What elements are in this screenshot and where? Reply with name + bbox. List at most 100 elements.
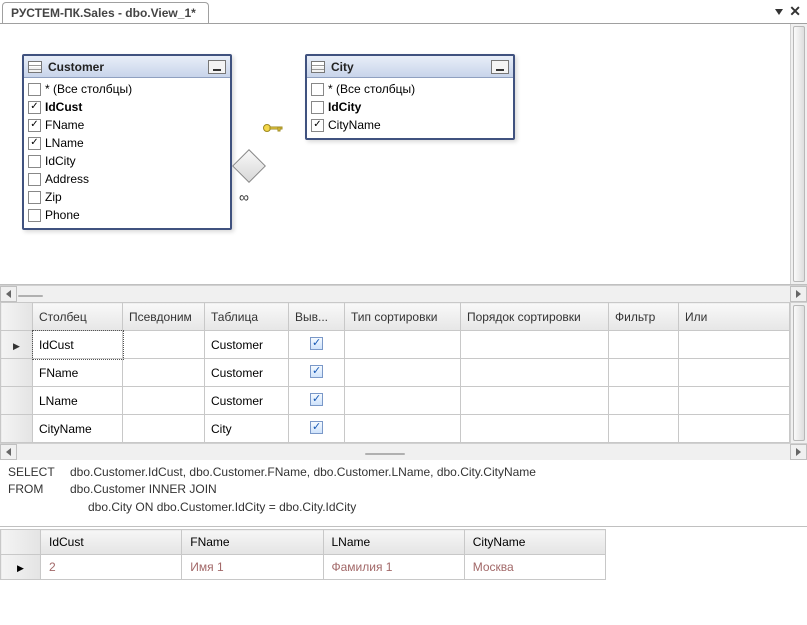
cell-column[interactable]: FName [33,359,123,387]
minimize-button[interactable] [208,60,226,74]
cell-alias[interactable] [123,331,205,359]
column-checkbox[interactable] [311,119,324,132]
column-checkbox[interactable] [28,137,41,150]
row-selector[interactable] [1,555,41,580]
cell-column[interactable]: LName [33,387,123,415]
join-icon[interactable] [232,149,266,183]
horizontal-scrollbar[interactable] [0,285,807,302]
cell-sort-type[interactable] [345,359,461,387]
header-or[interactable]: Или [679,303,790,331]
results-header-idcust[interactable]: IdCust [41,530,182,555]
criteria-grid[interactable]: Столбец Псевдоним Таблица Выв... Тип сор… [0,302,790,443]
cell-sort-type[interactable] [345,415,461,443]
checkbox-icon[interactable] [310,393,323,406]
cell-sort-order[interactable] [461,359,609,387]
checkbox-icon[interactable] [310,365,323,378]
table-header[interactable]: Customer [24,56,230,78]
cell-or[interactable] [679,359,790,387]
cell-output[interactable] [289,359,345,387]
cell-alias[interactable] [123,359,205,387]
vertical-scrollbar[interactable] [790,302,807,443]
cell-output[interactable] [289,415,345,443]
column-checkbox[interactable] [28,209,41,222]
cell-sort-type[interactable] [345,387,461,415]
results-header-lname[interactable]: LName [323,530,464,555]
vertical-scrollbar[interactable] [790,24,807,284]
column-checkbox[interactable] [28,101,41,114]
column-row[interactable]: LName [28,134,226,152]
cell-sort-order[interactable] [461,331,609,359]
close-icon[interactable]: ✕ [789,3,801,20]
column-checkbox[interactable] [28,191,41,204]
scroll-right-button[interactable] [790,444,807,460]
header-sort-type[interactable]: Тип сортировки [345,303,461,331]
row-selector[interactable] [1,415,33,443]
results-cell[interactable]: Имя 1 [182,555,323,580]
sql-pane[interactable]: SELECTdbo.Customer.IdCust, dbo.Customer.… [0,460,807,526]
results-header-fname[interactable]: FName [182,530,323,555]
scroll-thumb[interactable] [18,295,43,297]
cell-sort-order[interactable] [461,415,609,443]
column-checkbox[interactable] [28,119,41,132]
cell-table[interactable]: Customer [205,387,289,415]
checkbox-icon[interactable] [310,421,323,434]
diagram-table-city[interactable]: City * (Все столбцы) IdCity CityName [305,54,515,140]
column-row[interactable]: * (Все столбцы) [28,80,226,98]
column-checkbox[interactable] [28,155,41,168]
column-checkbox[interactable] [311,83,324,96]
row-selector[interactable] [1,387,33,415]
column-row[interactable]: Address [28,170,226,188]
cell-column[interactable]: CityName [33,415,123,443]
window-menu-icon[interactable] [775,9,783,15]
scroll-right-button[interactable] [790,286,807,302]
column-row[interactable]: FName [28,116,226,134]
cell-alias[interactable] [123,415,205,443]
results-header-cityname[interactable]: CityName [464,530,605,555]
results-cell[interactable]: 2 [41,555,182,580]
header-output[interactable]: Выв... [289,303,345,331]
column-row[interactable]: Zip [28,188,226,206]
header-column[interactable]: Столбец [33,303,123,331]
header-sort-order[interactable]: Порядок сортировки [461,303,609,331]
cell-table[interactable]: City [205,415,289,443]
scroll-thumb[interactable] [365,453,405,455]
cell-column[interactable]: IdCust [33,331,123,359]
header-alias[interactable]: Псевдоним [123,303,205,331]
results-grid[interactable]: IdCust FName LName CityName 2 Имя 1 Фами… [0,529,606,580]
results-cell[interactable]: Москва [464,555,605,580]
column-checkbox[interactable] [28,173,41,186]
header-filter[interactable]: Фильтр [609,303,679,331]
column-row[interactable]: IdCity [28,152,226,170]
cell-filter[interactable] [609,359,679,387]
scroll-left-button[interactable] [0,444,17,460]
column-row[interactable]: Phone [28,206,226,224]
cell-or[interactable] [679,331,790,359]
table-header[interactable]: City [307,56,513,78]
column-row[interactable]: * (Все столбцы) [311,80,509,98]
column-row[interactable]: IdCity [311,98,509,116]
cell-table[interactable]: Customer [205,331,289,359]
cell-filter[interactable] [609,415,679,443]
cell-sort-order[interactable] [461,387,609,415]
cell-sort-type[interactable] [345,331,461,359]
cell-filter[interactable] [609,331,679,359]
cell-filter[interactable] [609,387,679,415]
header-table[interactable]: Таблица [205,303,289,331]
row-selector[interactable] [1,331,33,359]
column-row[interactable]: CityName [311,116,509,134]
cell-table[interactable]: Customer [205,359,289,387]
horizontal-scrollbar[interactable] [0,443,807,460]
cell-or[interactable] [679,387,790,415]
diagram-table-customer[interactable]: Customer * (Все столбцы) IdCust FName LN… [22,54,232,230]
minimize-button[interactable] [491,60,509,74]
cell-output[interactable] [289,387,345,415]
column-checkbox[interactable] [28,83,41,96]
column-checkbox[interactable] [311,101,324,114]
scroll-left-button[interactable] [0,286,17,302]
checkbox-icon[interactable] [310,337,323,350]
cell-or[interactable] [679,415,790,443]
results-cell[interactable]: Фамилия 1 [323,555,464,580]
cell-output[interactable] [289,331,345,359]
document-tab[interactable]: РУСТЕМ-ПК.Sales - dbo.View_1* [2,2,209,23]
cell-alias[interactable] [123,387,205,415]
